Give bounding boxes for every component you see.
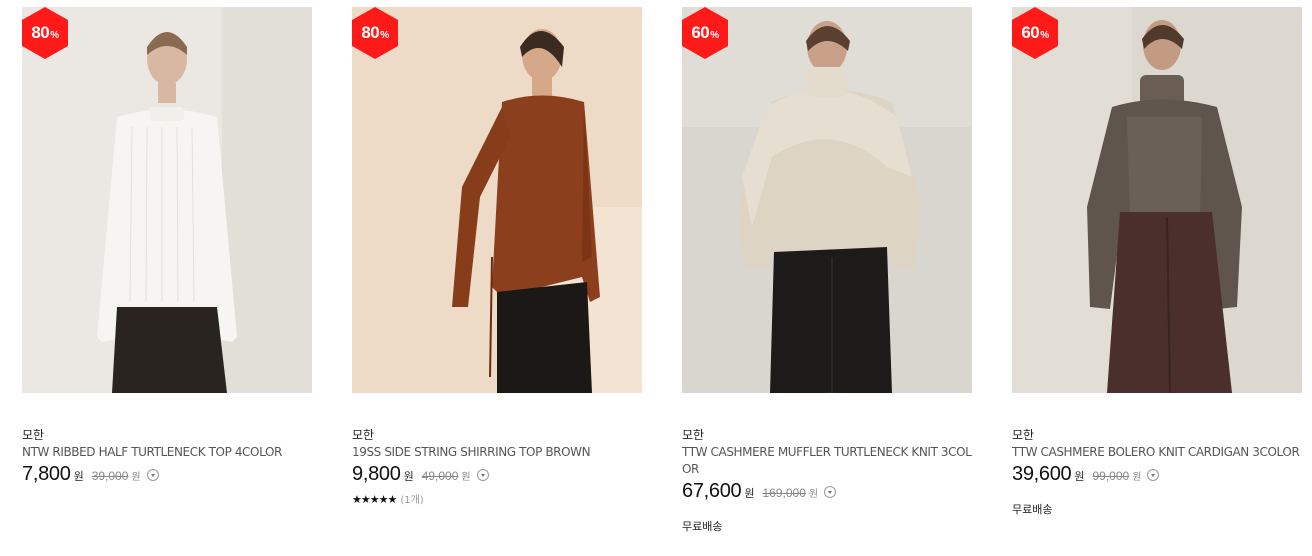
product-card[interactable]: 60% 모한 TTW CASHMERE MUFFLER TURTLENECK K… — [682, 7, 972, 534]
free-shipping-label: 무료배송 — [1012, 503, 1053, 516]
discount-value: 80 — [361, 23, 380, 42]
review-count: (1개) — [400, 495, 424, 506]
price-info-icon[interactable] — [476, 469, 489, 481]
sale-price: 39,600 — [1012, 463, 1072, 485]
brand-name[interactable]: 모한 — [682, 427, 972, 444]
sale-price-unit: 원 — [744, 487, 755, 500]
price-row: 67,600 원 169,000 원 — [682, 480, 972, 506]
product-info: 모한 TTW CASHMERE BOLERO KNIT CARDIGAN 3CO… — [1012, 393, 1302, 517]
discount-value: 60 — [691, 23, 710, 42]
sale-price-unit: 원 — [1074, 470, 1085, 483]
product-photo-brown-top — [352, 7, 642, 393]
sale-price: 7,800 — [22, 463, 71, 485]
discount-unit: % — [380, 29, 389, 41]
original-price-unit: 원 — [1132, 472, 1142, 483]
price-info-icon[interactable] — [1147, 469, 1160, 481]
sale-price: 67,600 — [682, 480, 742, 502]
product-photo-muffler-knit — [682, 7, 972, 393]
sale-price: 9,800 — [352, 463, 401, 485]
price-info-icon[interactable] — [146, 469, 159, 481]
price-row: 9,800 원 49,000 원 — [352, 463, 642, 489]
free-shipping-label: 무료배송 — [682, 520, 723, 533]
original-price: 49,000 — [421, 469, 459, 483]
product-card[interactable]: 80% 모한 NTW RIBBED HALF TURTLENECK TOP 4C… — [22, 7, 312, 489]
discount-unit: % — [50, 29, 59, 41]
discount-unit: % — [710, 29, 719, 41]
product-grid: 80% 모한 NTW RIBBED HALF TURTLENECK TOP 4C… — [0, 0, 1312, 556]
product-title[interactable]: NTW RIBBED HALF TURTLENECK TOP 4COLOR — [22, 444, 312, 461]
product-card[interactable]: 80% 모한 19SS SIDE STRING SHIRRING TOP BRO… — [352, 7, 642, 507]
original-price: 39,000 — [91, 469, 129, 483]
rating[interactable]: ★★★★★ (1개) — [352, 491, 642, 507]
product-photo-ribbed-top — [22, 7, 312, 393]
product-image[interactable]: 60% — [1012, 7, 1302, 393]
discount-value: 60 — [1021, 23, 1040, 42]
sale-price-unit: 원 — [73, 470, 84, 483]
price-info-icon[interactable] — [824, 486, 837, 498]
original-price-unit: 원 — [461, 472, 471, 483]
price-row: 39,600 원 99,000 원 — [1012, 463, 1302, 489]
original-price: 99,000 — [1092, 469, 1130, 483]
original-price: 169,000 — [762, 486, 806, 500]
product-image[interactable]: 80% — [352, 7, 642, 393]
brand-name[interactable]: 모한 — [1012, 427, 1302, 444]
product-title[interactable]: 19SS SIDE STRING SHIRRING TOP BROWN — [352, 444, 642, 461]
original-price-unit: 원 — [131, 472, 141, 483]
brand-name[interactable]: 모한 — [22, 427, 312, 444]
product-info: 모한 TTW CASHMERE MUFFLER TURTLENECK KNIT … — [682, 393, 972, 534]
price-row: 7,800 원 39,000 원 — [22, 463, 312, 489]
discount-value: 80 — [31, 23, 50, 42]
original-price-unit: 원 — [808, 489, 819, 500]
product-photo-bolero-cardigan — [1012, 7, 1302, 393]
product-image[interactable]: 60% — [682, 7, 972, 393]
product-info: 모한 NTW RIBBED HALF TURTLENECK TOP 4COLOR… — [22, 393, 312, 489]
product-card[interactable]: 60% 모한 TTW CASHMERE BOLERO KNIT CARDIGAN… — [1012, 7, 1302, 517]
brand-name[interactable]: 모한 — [352, 427, 642, 444]
discount-unit: % — [1040, 29, 1049, 41]
product-title[interactable]: TTW CASHMERE MUFFLER TURTLENECK KNIT 3CO… — [682, 444, 972, 478]
product-image[interactable]: 80% — [22, 7, 312, 393]
sale-price-unit: 원 — [403, 470, 414, 483]
product-title[interactable]: TTW CASHMERE BOLERO KNIT CARDIGAN 3COLOR — [1012, 444, 1302, 461]
star-rating-icon: ★★★★★ — [352, 493, 397, 506]
product-info: 모한 19SS SIDE STRING SHIRRING TOP BROWN 9… — [352, 393, 642, 507]
